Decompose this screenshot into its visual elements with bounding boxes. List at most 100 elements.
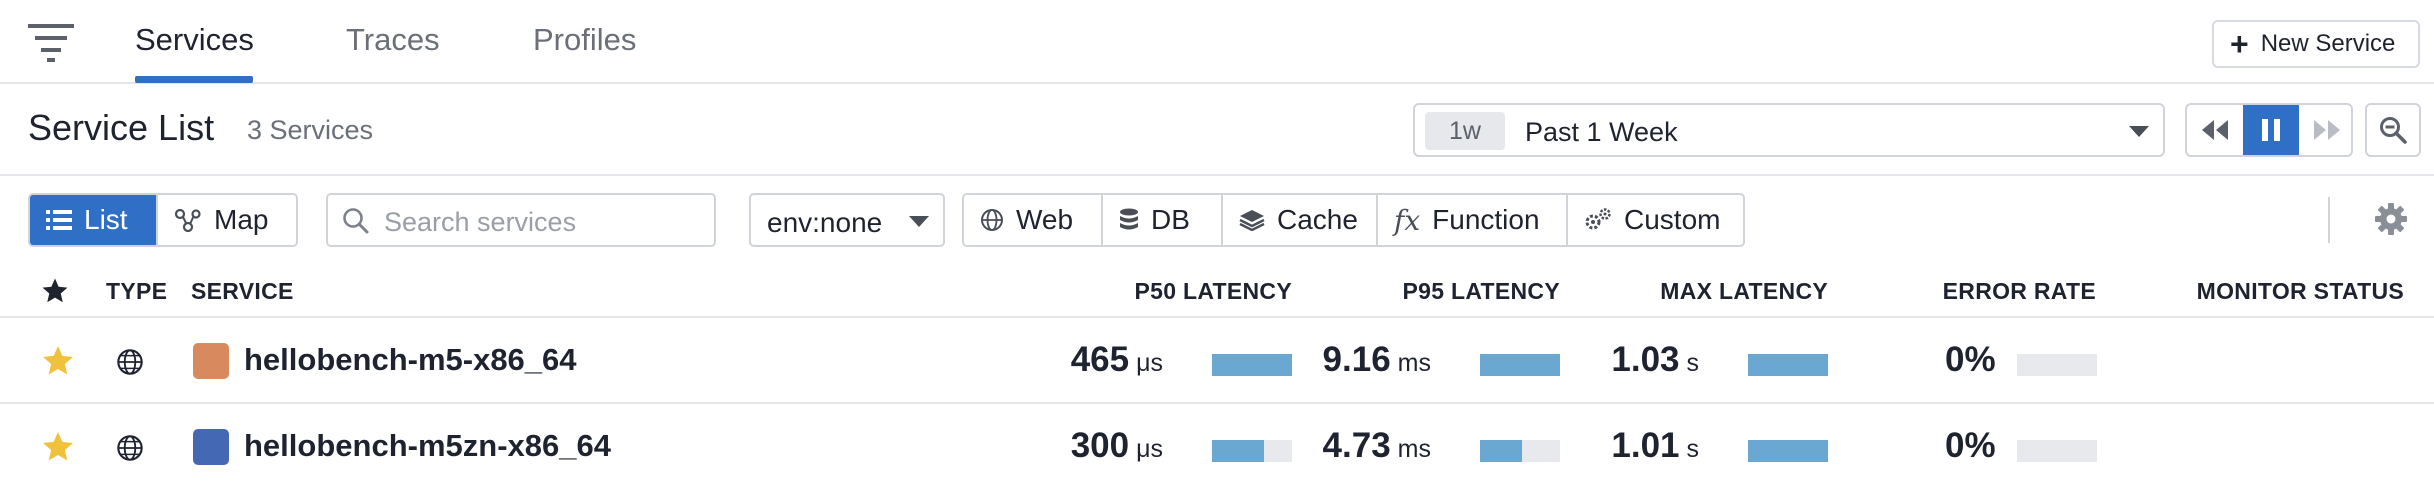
metric-number: 0% (1945, 426, 1996, 465)
p50-latency-bar (1212, 440, 1292, 462)
service-color-swatch (193, 343, 229, 379)
bar-fill (1480, 440, 1522, 462)
service-count: 3 Services (247, 115, 374, 145)
map-view-button[interactable]: Map (158, 195, 284, 245)
metric-unit: ms (1397, 435, 1431, 463)
metric-unit: μs (1136, 349, 1163, 377)
type-filter-cache[interactable]: Cache (1223, 195, 1378, 245)
column-header-p50[interactable]: P50 LATENCY (1092, 278, 1292, 305)
bar-fill (1480, 354, 1560, 376)
view-toggle: List Map (28, 193, 298, 247)
playback-controls (2185, 103, 2353, 157)
type-filter-function[interactable]: fx Function (1378, 195, 1568, 245)
gears-icon (1584, 208, 1612, 232)
zoom-out-icon (2380, 117, 2407, 144)
column-header-service[interactable]: SERVICE (191, 278, 294, 305)
tab-traces[interactable]: Traces (346, 22, 440, 58)
page-header: Service List 3 Services 1w Past 1 Week (0, 84, 2434, 176)
p95-latency-bar (1480, 354, 1560, 376)
max-latency-bar (1748, 440, 1828, 462)
rewind-button[interactable] (2187, 105, 2243, 155)
function-icon: fx (1394, 203, 1421, 237)
metric-unit: μs (1136, 435, 1163, 463)
filter-menu-icon[interactable] (28, 22, 74, 62)
monitor-status-cell (2154, 340, 2404, 380)
zoom-out-button[interactable] (2365, 103, 2421, 157)
type-filter-custom[interactable]: Custom (1568, 195, 1736, 245)
metric-number: 1.03 (1611, 340, 1680, 379)
monitor-status-cell (2154, 426, 2404, 466)
type-filter-label: DB (1151, 204, 1190, 235)
timeframe-selector[interactable]: 1w Past 1 Week (1413, 103, 2165, 157)
metric-number: 465 (1070, 340, 1130, 379)
globe-icon (116, 434, 144, 467)
service-type-filter: Web DB Cache fx Function Custom (962, 193, 1745, 247)
star-column-icon[interactable] (40, 276, 70, 311)
table-row[interactable]: hellobench-m5zn-x86_64 300 μs 4.73 ms 1.… (0, 404, 2434, 488)
map-nodes-icon (174, 208, 202, 232)
chevron-down-icon (2129, 126, 2149, 137)
new-service-label: New Service (2260, 30, 2396, 57)
settings-gear-icon[interactable] (2372, 200, 2410, 238)
p50-latency-value: 465 μs (1071, 340, 1163, 380)
map-view-label: Map (214, 204, 269, 235)
rewind-icon (2202, 120, 2228, 140)
type-filter-label: Function (1432, 204, 1540, 235)
top-navigation: Services Traces Profiles + New Service (0, 0, 2434, 84)
type-filter-label: Custom (1624, 204, 1721, 235)
metric-number: 1.01 (1611, 426, 1680, 465)
search-input[interactable]: Search services (326, 193, 716, 247)
column-header-p95[interactable]: P95 LATENCY (1360, 278, 1560, 305)
star-icon[interactable] (40, 343, 76, 384)
star-icon[interactable] (40, 429, 76, 470)
column-header-monitor-status[interactable]: MONITOR STATUS (2154, 278, 2404, 305)
pause-icon (2262, 119, 2280, 141)
error-rate-value: 0% (1945, 340, 1996, 380)
metric-unit: s (1686, 349, 1700, 377)
metric-unit: ms (1397, 349, 1431, 377)
service-color-swatch (193, 429, 229, 465)
globe-icon (980, 208, 1004, 232)
new-service-button[interactable]: + New Service (2212, 20, 2420, 68)
timeframe-badge: 1w (1425, 112, 1505, 150)
fast-forward-icon (2314, 120, 2340, 140)
plus-icon: + (2230, 26, 2249, 62)
error-rate-value: 0% (1945, 426, 1996, 466)
max-latency-bar (1748, 354, 1828, 376)
fast-forward-button[interactable] (2299, 105, 2351, 155)
type-filter-web[interactable]: Web (964, 195, 1103, 245)
page-title: Service List (28, 107, 215, 148)
tab-profiles[interactable]: Profiles (533, 22, 636, 58)
search-placeholder: Search services (384, 207, 577, 237)
tab-services[interactable]: Services (135, 22, 254, 58)
active-tab-indicator (135, 76, 253, 83)
max-latency-value: 1.01 s (1611, 426, 1699, 466)
list-view-label: List (84, 204, 128, 235)
table-header: TYPE SERVICE P50 LATENCY P95 LATENCY MAX… (0, 268, 2434, 318)
max-latency-value: 1.03 s (1611, 340, 1699, 380)
service-name-link[interactable]: hellobench-m5zn-x86_64 (244, 428, 611, 464)
p50-latency-bar (1212, 354, 1292, 376)
chevron-down-icon (909, 216, 929, 227)
toolbar-divider (2328, 197, 2330, 243)
service-name-link[interactable]: hellobench-m5-x86_64 (244, 342, 577, 378)
list-view-button[interactable]: List (30, 195, 158, 245)
globe-icon (116, 348, 144, 381)
type-filter-label: Cache (1277, 204, 1358, 235)
column-header-max[interactable]: MAX LATENCY (1628, 278, 1828, 305)
list-icon (46, 209, 72, 231)
search-icon (342, 207, 370, 240)
timeframe-label: Past 1 Week (1525, 117, 1678, 147)
type-filter-db[interactable]: DB (1103, 195, 1223, 245)
metric-number: 4.73 (1322, 426, 1391, 465)
database-icon (1119, 208, 1139, 232)
column-header-type[interactable]: TYPE (106, 278, 167, 305)
metric-number: 300 (1070, 426, 1130, 465)
metric-unit: s (1686, 435, 1700, 463)
bar-fill (1748, 440, 1828, 462)
pause-button[interactable] (2243, 105, 2299, 155)
column-header-error-rate[interactable]: ERROR RATE (1896, 278, 2096, 305)
table-row[interactable]: hellobench-m5-x86_64 465 μs 9.16 ms 1.03… (0, 318, 2434, 404)
metric-number: 0% (1945, 340, 1996, 379)
env-select[interactable]: env:none (749, 193, 945, 247)
